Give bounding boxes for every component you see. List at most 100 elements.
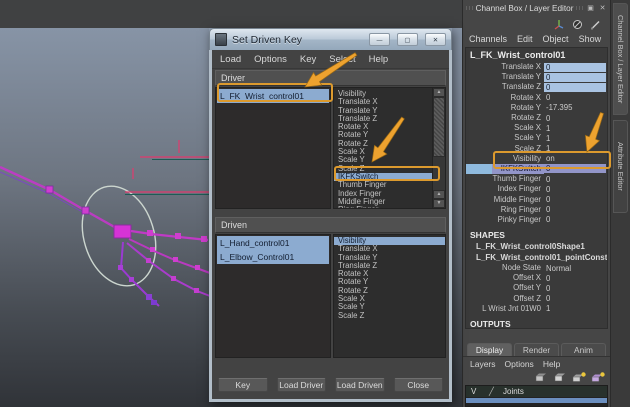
layer-row-joints[interactable]: V ╱ Joints xyxy=(466,386,607,397)
pen-icon[interactable] xyxy=(590,19,601,30)
channel-object-name[interactable]: L_FK_Wrist_control01 xyxy=(466,49,607,62)
channel-value[interactable]: 0 xyxy=(544,185,606,194)
scroll-up-icon[interactable]: ▲ xyxy=(433,88,445,97)
channel-row[interactable]: Scale X 1 xyxy=(466,123,607,133)
menu-item[interactable]: Help xyxy=(369,54,389,65)
channel-row[interactable]: L Wrist Jnt 01W0 1 xyxy=(466,304,607,314)
channel-value[interactable]: 0 xyxy=(544,195,606,204)
layer-editor-menu-item[interactable]: Options xyxy=(505,359,534,369)
scroll-up2-icon[interactable]: ▲ xyxy=(433,190,445,199)
channel-box-menu-item[interactable]: Channels xyxy=(469,34,507,44)
channel-row[interactable]: Scale Y 1 xyxy=(466,133,607,143)
channel-box-titlebar[interactable]: Channel Box / Layer Editor ▣ ✕ xyxy=(463,0,610,16)
channel-box-menu-item[interactable]: Object xyxy=(543,34,569,44)
driver-attribute-list[interactable]: VisibilityTranslate XTranslate YTranslat… xyxy=(334,88,432,208)
channel-value[interactable]: 0 xyxy=(544,63,606,72)
channel-value[interactable]: 0 xyxy=(544,164,606,173)
layer-editor-menu-item[interactable]: Help xyxy=(543,359,560,369)
driver-object-item[interactable]: L_FK_Wrist_control01 xyxy=(217,89,329,103)
scroll-down-icon[interactable]: ▼ xyxy=(433,199,445,208)
window-titlebar[interactable]: Set Driven Key — ▢ ✕ xyxy=(209,28,452,50)
layer-name[interactable]: Joints xyxy=(503,387,607,396)
layer-editor-tab[interactable]: Display xyxy=(467,343,512,356)
driven-object-item[interactable]: L_Elbow_Control01 xyxy=(217,250,329,264)
dialog-button[interactable]: Load Driven xyxy=(335,378,385,392)
channel-row[interactable]: Offset Z 0 xyxy=(466,294,607,304)
channel-row[interactable]: Index Finger 0 xyxy=(466,184,607,194)
driven-attribute-list[interactable]: VisibilityTranslate XTranslate YTranslat… xyxy=(334,235,445,357)
channel-value[interactable]: 0 xyxy=(544,83,606,92)
channel-row[interactable]: Scale Z 1 xyxy=(466,144,607,154)
menu-item[interactable]: Key xyxy=(300,54,316,65)
close-button[interactable]: ✕ xyxy=(425,33,446,46)
attribute-item[interactable]: Ring Finger xyxy=(334,206,432,208)
menu-item[interactable]: Select xyxy=(329,54,355,65)
channel-value[interactable]: 0 xyxy=(544,114,606,123)
channel-row[interactable]: Rotate X 0 xyxy=(466,93,607,103)
channel-row[interactable]: Translate Y 0 xyxy=(466,72,607,82)
channel-value[interactable]: 0 xyxy=(544,274,606,283)
channel-value[interactable]: 0 xyxy=(544,294,606,303)
channel-row[interactable]: Offset X 0 xyxy=(466,273,607,283)
channel-row[interactable]: Ring Finger 0 xyxy=(466,205,607,215)
channel-row[interactable]: Translate Z 0 xyxy=(466,82,607,92)
layer-move-icon[interactable] xyxy=(553,372,567,383)
layer-stack-icon[interactable] xyxy=(534,372,548,383)
manipulator-axis-icon[interactable] xyxy=(553,18,565,30)
channel-value[interactable]: 0 xyxy=(544,175,606,184)
channel-value[interactable]: 0 xyxy=(544,73,606,82)
channel-row[interactable]: Rotate Z 0 xyxy=(466,113,607,123)
speed-control-icon[interactable] xyxy=(572,19,583,30)
selected-layer-row[interactable] xyxy=(466,398,607,403)
maximize-button[interactable]: ▢ xyxy=(397,33,418,46)
layer-color-icon[interactable]: ╱ xyxy=(489,387,503,396)
scroll-thumb[interactable] xyxy=(433,97,445,157)
layer-editor-menu-item[interactable]: Layers xyxy=(470,359,496,369)
minimize-button[interactable]: — xyxy=(369,33,390,46)
channel-value[interactable]: on xyxy=(544,154,606,163)
channel-value[interactable]: 0 xyxy=(544,93,606,102)
new-empty-layer-icon[interactable] xyxy=(572,372,586,383)
shape-node-name[interactable]: L_FK_Wrist_control0Shape1 xyxy=(466,241,607,252)
attribute-item[interactable]: Scale Z xyxy=(334,312,445,320)
tab-attribute-editor[interactable]: Attribute Editor xyxy=(613,120,628,213)
driven-object-list[interactable]: L_Hand_control01L_Elbow_Control01 xyxy=(215,234,331,358)
channel-value[interactable]: 1 xyxy=(544,144,606,153)
channel-value[interactable]: -17.395 xyxy=(544,103,606,112)
channel-row[interactable]: Offset Y 0 xyxy=(466,283,607,293)
channel-box-menu-item[interactable]: Edit xyxy=(517,34,533,44)
dialog-button[interactable]: Key xyxy=(218,378,268,392)
menu-item[interactable]: Load xyxy=(220,54,241,65)
channel-value[interactable]: 0 xyxy=(544,205,606,214)
shape-node-name[interactable]: L_FK_Wrist_control01_pointConst... xyxy=(466,252,607,263)
new-layer-from-selected-icon[interactable] xyxy=(591,372,605,383)
dialog-button[interactable]: Load Driver xyxy=(277,378,327,392)
scroll-track[interactable] xyxy=(433,157,445,190)
channel-row[interactable]: Pinky Finger 0 xyxy=(466,215,607,225)
dialog-button[interactable]: Close xyxy=(394,378,444,392)
tab-channel-box[interactable]: Channel Box / Layer Editor xyxy=(613,3,628,115)
layer-visibility-toggle[interactable]: V xyxy=(466,387,489,396)
channel-row[interactable]: Middle Finger 0 xyxy=(466,194,607,204)
channel-value[interactable]: 1 xyxy=(544,134,606,143)
channel-row[interactable]: Translate X 0 xyxy=(466,62,607,72)
scrollbar[interactable]: ▲ ▲ ▼ xyxy=(432,88,445,208)
layer-editor-tab[interactable]: Anim xyxy=(561,343,606,356)
channel-row[interactable]: Node State Normal xyxy=(466,263,607,273)
channel-value[interactable]: 0 xyxy=(544,215,606,224)
driver-object-list[interactable]: L_FK_Wrist_control01 xyxy=(215,87,331,209)
close-icon[interactable]: ✕ xyxy=(598,4,607,12)
channel-value[interactable]: Normal xyxy=(544,264,606,273)
driven-object-item[interactable]: L_Hand_control01 xyxy=(217,236,329,250)
menu-item[interactable]: Options xyxy=(254,54,287,65)
channel-row[interactable]: Thumb Finger 0 xyxy=(466,174,607,184)
channel-box-menu-item[interactable]: Show xyxy=(579,34,602,44)
channel-row[interactable]: Visibility on xyxy=(466,154,607,164)
channel-value[interactable]: 1 xyxy=(544,124,606,133)
channel-row[interactable]: IKFKSwitch 0 xyxy=(466,164,607,174)
layer-editor-tab[interactable]: Render xyxy=(514,343,559,356)
channel-value[interactable]: 0 xyxy=(544,284,606,293)
dock-icon[interactable]: ▣ xyxy=(586,4,595,12)
channel-value[interactable]: 1 xyxy=(544,304,606,313)
channel-row[interactable]: Rotate Y -17.395 xyxy=(466,103,607,113)
